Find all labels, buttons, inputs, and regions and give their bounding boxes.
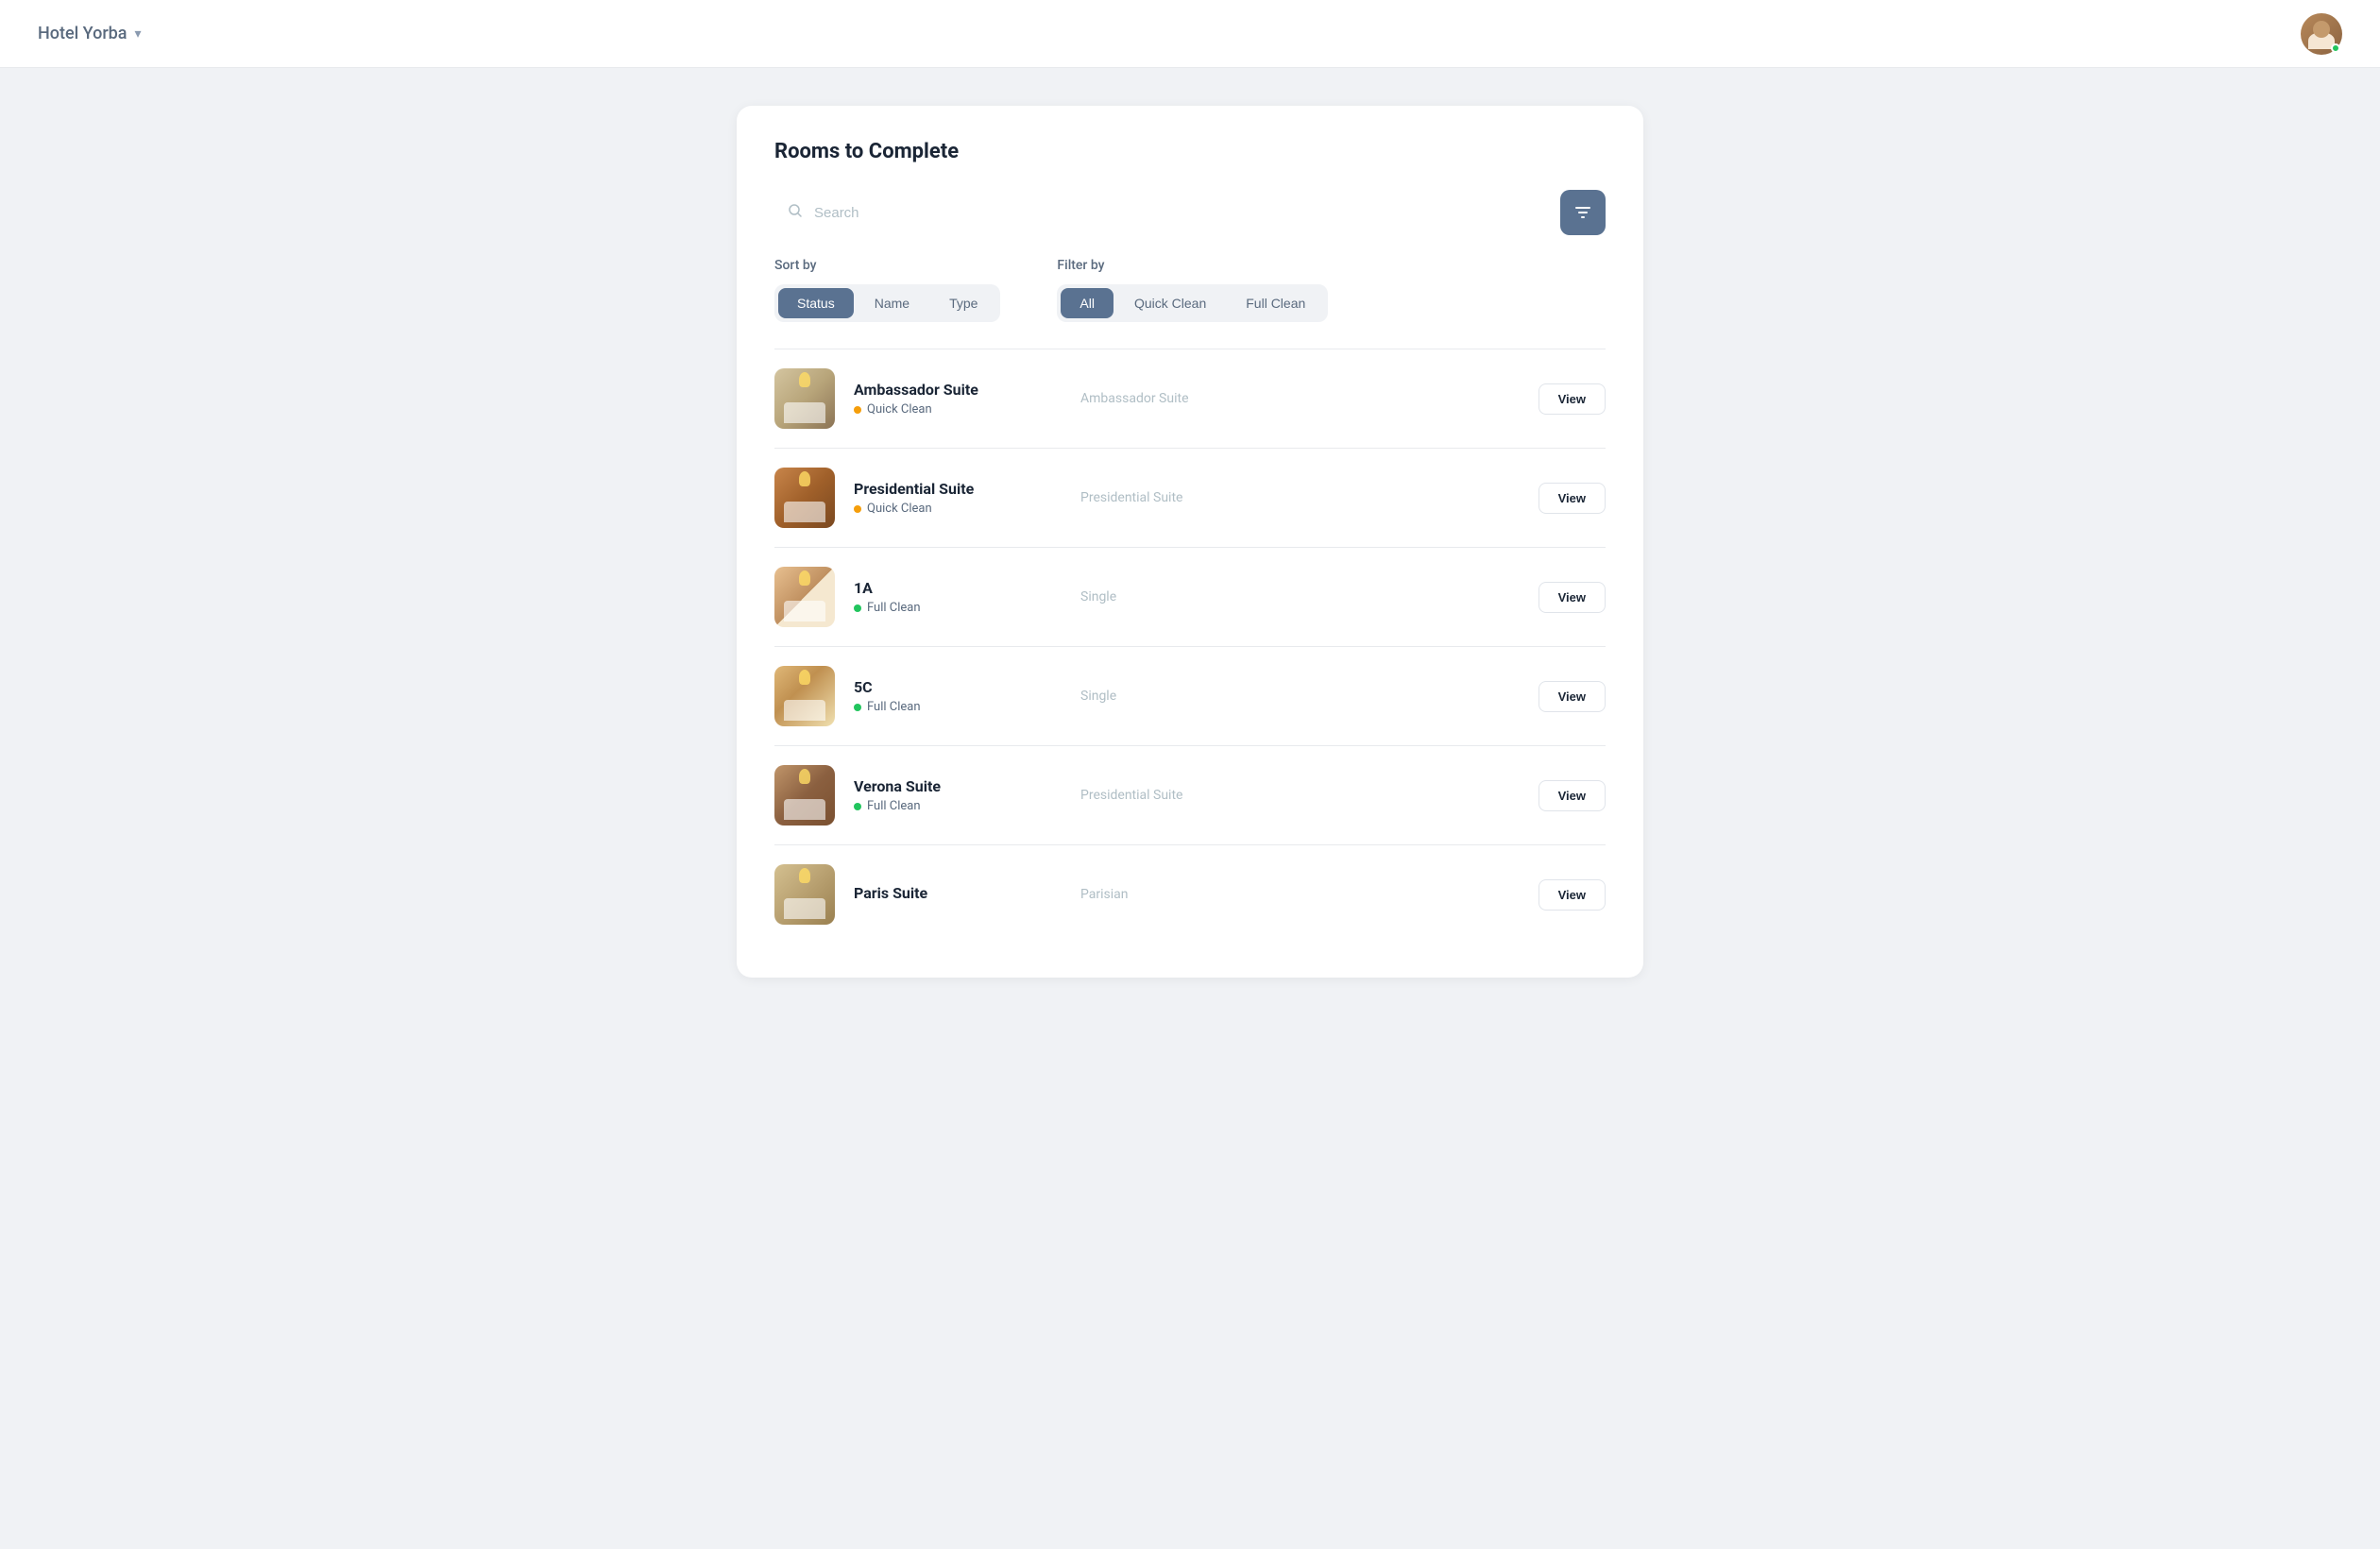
room-info: Presidential Suite Quick Clean <box>854 480 1062 516</box>
controls-row: Sort by Status Name Type Filter by All Q… <box>774 258 1606 322</box>
sort-type-button[interactable]: Type <box>930 288 996 318</box>
search-row <box>774 190 1606 235</box>
room-type: Presidential Suite <box>1080 788 1520 803</box>
bed-decoration <box>784 502 825 522</box>
room-status: Quick Clean <box>854 502 1062 516</box>
sort-pill-group: Status Name Type <box>774 284 1000 322</box>
status-text: Full Clean <box>867 601 921 615</box>
view-room-button[interactable]: View <box>1538 582 1606 613</box>
room-item: Ambassador Suite Quick Clean Ambassador … <box>774 349 1606 449</box>
filter-pill-group: All Quick Clean Full Clean <box>1057 284 1328 322</box>
funnel-icon <box>1573 203 1592 222</box>
room-type: Single <box>1080 589 1520 604</box>
search-wrapper <box>774 194 1549 232</box>
status-dot <box>854 704 861 711</box>
status-dot <box>854 406 861 414</box>
room-info: Verona Suite Full Clean <box>854 777 1062 813</box>
view-room-button[interactable]: View <box>1538 780 1606 811</box>
room-status: Full Clean <box>854 601 1062 615</box>
filter-button[interactable] <box>1560 190 1606 235</box>
status-dot <box>854 505 861 513</box>
room-item: Paris Suite Parisian View <box>774 845 1606 944</box>
view-room-button[interactable]: View <box>1538 383 1606 415</box>
page-title: Rooms to Complete <box>774 140 1606 163</box>
view-room-button[interactable]: View <box>1538 681 1606 712</box>
status-text: Quick Clean <box>867 502 932 516</box>
bed-decoration <box>784 799 825 820</box>
room-info: 1A Full Clean <box>854 579 1062 615</box>
room-info: Paris Suite <box>854 884 1062 906</box>
app-header: Hotel Yorba ▾ <box>0 0 2380 68</box>
room-thumbnail <box>774 666 835 726</box>
chandelier-decoration <box>799 471 810 486</box>
room-thumbnail <box>774 468 835 528</box>
search-icon <box>788 203 803 222</box>
chandelier-decoration <box>799 570 810 586</box>
sort-group: Sort by Status Name Type <box>774 258 1000 322</box>
room-info: 5C Full Clean <box>854 678 1062 714</box>
room-item: 1A Full Clean Single View <box>774 548 1606 647</box>
filter-full-clean-button[interactable]: Full Clean <box>1227 288 1324 318</box>
room-list: Ambassador Suite Quick Clean Ambassador … <box>774 349 1606 944</box>
sort-status-button[interactable]: Status <box>778 288 854 318</box>
chevron-down-icon: ▾ <box>135 26 142 42</box>
sort-label: Sort by <box>774 258 1000 273</box>
rooms-card: Rooms to Complete Sort by <box>737 106 1643 978</box>
chandelier-decoration <box>799 769 810 784</box>
bed-decoration <box>784 898 825 919</box>
status-text: Full Clean <box>867 700 921 714</box>
hotel-selector[interactable]: Hotel Yorba ▾ <box>38 24 142 43</box>
room-type: Ambassador Suite <box>1080 391 1520 406</box>
room-thumbnail <box>774 368 835 429</box>
room-info: Ambassador Suite Quick Clean <box>854 381 1062 417</box>
status-text: Full Clean <box>867 799 921 813</box>
chandelier-decoration <box>799 372 810 387</box>
bed-decoration <box>784 601 825 621</box>
user-avatar[interactable] <box>2301 13 2342 55</box>
room-thumbnail <box>774 864 835 925</box>
hotel-name-text: Hotel Yorba <box>38 24 128 43</box>
filter-label: Filter by <box>1057 258 1328 273</box>
main-content: Rooms to Complete Sort by <box>0 68 2380 1015</box>
room-name: Presidential Suite <box>854 480 1062 498</box>
status-text: Quick Clean <box>867 402 932 417</box>
room-name: Paris Suite <box>854 884 1062 902</box>
room-item: 5C Full Clean Single View <box>774 647 1606 746</box>
chandelier-decoration <box>799 868 810 883</box>
room-type: Parisian <box>1080 887 1520 902</box>
room-thumbnail <box>774 567 835 627</box>
room-thumbnail <box>774 765 835 826</box>
room-status: Full Clean <box>854 799 1062 813</box>
room-name: Verona Suite <box>854 777 1062 795</box>
room-status: Quick Clean <box>854 402 1062 417</box>
room-name: 5C <box>854 678 1062 696</box>
filter-quick-clean-button[interactable]: Quick Clean <box>1115 288 1225 318</box>
status-dot <box>854 604 861 612</box>
sort-name-button[interactable]: Name <box>856 288 928 318</box>
room-name: 1A <box>854 579 1062 597</box>
view-room-button[interactable]: View <box>1538 483 1606 514</box>
chandelier-decoration <box>799 670 810 685</box>
filter-group: Filter by All Quick Clean Full Clean <box>1057 258 1328 322</box>
room-name: Ambassador Suite <box>854 381 1062 399</box>
room-status: Full Clean <box>854 700 1062 714</box>
status-dot <box>854 803 861 810</box>
bed-decoration <box>784 402 825 423</box>
view-room-button[interactable]: View <box>1538 879 1606 911</box>
filter-all-button[interactable]: All <box>1061 288 1114 318</box>
room-type: Presidential Suite <box>1080 490 1520 505</box>
room-item: Presidential Suite Quick Clean President… <box>774 449 1606 548</box>
room-type: Single <box>1080 689 1520 704</box>
room-item: Verona Suite Full Clean Presidential Sui… <box>774 746 1606 845</box>
bed-decoration <box>784 700 825 721</box>
search-input[interactable] <box>774 194 1549 232</box>
online-status-indicator <box>2331 43 2340 53</box>
